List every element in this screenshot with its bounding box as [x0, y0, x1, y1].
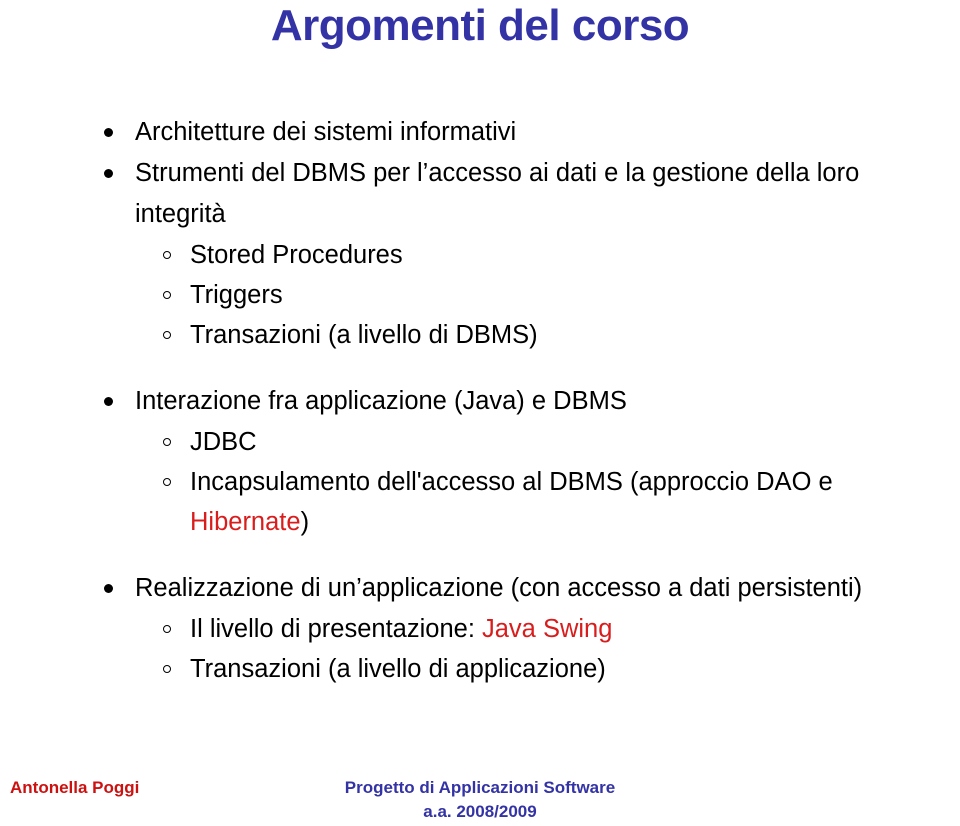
bullet-circle-icon — [163, 251, 171, 259]
bullet-circle-icon — [163, 438, 171, 446]
list-item: Strumenti del DBMS per l’accesso ai dati… — [0, 153, 960, 235]
list-item-label: Transazioni (a livello di applicazione) — [190, 655, 606, 683]
list-item-label: Realizzazione di un’applicazione (con ac… — [135, 574, 863, 602]
highlight-java-swing: Java Swing — [482, 615, 613, 643]
bullet-list-3: Realizzazione di un’applicazione (con ac… — [0, 568, 960, 609]
bullet-dot-icon — [104, 584, 113, 593]
list-item-label: Il livello di presentazione: Java Swing — [190, 609, 954, 649]
list-item: Stored Procedures — [0, 235, 960, 275]
bullet-group-2: Interazione fra applicazione (Java) e DB… — [0, 381, 960, 542]
sub-bullet-list-3: Il livello di presentazione: Java Swing … — [0, 609, 960, 689]
list-item: Transazioni (a livello di DBMS) — [0, 315, 960, 355]
bullet-circle-icon — [163, 291, 171, 299]
list-item-label: Triggers — [190, 281, 283, 309]
list-item: Interazione fra applicazione (Java) e DB… — [0, 381, 960, 422]
list-item: Incapsulamento dell'accesso al DBMS (app… — [0, 462, 960, 542]
list-item-label: JDBC — [190, 428, 257, 456]
sub-bullet-list-2: JDBC Incapsulamento dell'accesso al DBMS… — [0, 422, 960, 542]
list-item: Architetture dei sistemi informativi — [0, 112, 960, 153]
bullet-dot-icon — [104, 397, 113, 406]
page-title: Argomenti del corso — [270, 1, 690, 50]
list-item-label: Incapsulamento dell'accesso al DBMS (app… — [190, 462, 954, 542]
bullet-dot-icon — [104, 128, 113, 137]
slide-body: Architetture dei sistemi informativi Str… — [0, 112, 960, 689]
bullet-dot-icon — [104, 169, 113, 178]
footer-course-title: Progetto di Applicazioni Software — [344, 778, 616, 797]
list-item: Il livello di presentazione: Java Swing — [0, 609, 960, 649]
list-item-label: Transazioni (a livello di DBMS) — [190, 321, 538, 349]
list-item: Triggers — [0, 275, 960, 315]
bullet-circle-icon — [163, 331, 171, 339]
bullet-list-1: Architetture dei sistemi informativi Str… — [0, 112, 960, 235]
list-item-label: Stored Procedures — [190, 241, 403, 269]
bullet-list-2: Interazione fra applicazione (Java) e DB… — [0, 381, 960, 422]
slide-footer: Antonella Poggi Progetto di Applicazioni… — [0, 760, 960, 826]
bullet-circle-icon — [163, 665, 171, 673]
footer-academic-year: a.a. 2008/2009 — [423, 802, 537, 821]
list-item-label: Architetture dei sistemi informativi — [135, 118, 517, 146]
list-item-text-prefix: Incapsulamento dell'accesso al DBMS (app… — [190, 468, 833, 496]
list-item-label: Interazione fra applicazione (Java) e DB… — [135, 387, 627, 415]
highlight-hibernate: Hibernate — [190, 508, 301, 536]
list-item: Realizzazione di un’applicazione (con ac… — [0, 568, 960, 609]
list-item: JDBC — [0, 422, 960, 462]
list-item-text-suffix: ) — [300, 508, 310, 536]
bullet-circle-icon — [163, 478, 171, 486]
footer-course-info: Progetto di Applicazioni Software a.a. 2… — [0, 776, 960, 824]
bullet-group-3: Realizzazione di un’applicazione (con ac… — [0, 568, 960, 689]
bullet-group-1: Architetture dei sistemi informativi Str… — [0, 112, 960, 355]
list-item-text-prefix: Il livello di presentazione: — [190, 615, 482, 643]
list-item-label: Strumenti del DBMS per l’accesso ai dati… — [135, 159, 860, 228]
bullet-circle-icon — [163, 625, 171, 633]
list-item: Transazioni (a livello di applicazione) — [0, 649, 960, 689]
sub-bullet-list-1: Stored Procedures Triggers Transazioni (… — [0, 235, 960, 355]
